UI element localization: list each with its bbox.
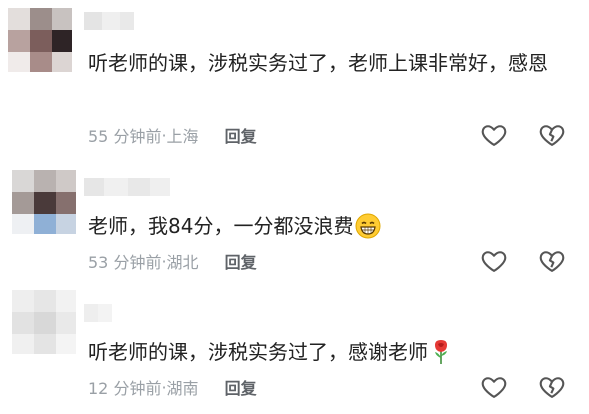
- comment-item: 听老师的课，涉税实务过了，感谢老师 12 分钟前 · 湖南 回复: [0, 0, 589, 414]
- comment-time: 12 分钟前: [88, 379, 162, 398]
- reply-button[interactable]: 回复: [225, 375, 257, 399]
- comment-location: 湖南: [166, 379, 199, 398]
- comment-text: 听老师的课，涉税实务过了，感谢老师: [88, 335, 568, 375]
- username-blurred[interactable]: [84, 304, 112, 322]
- comment-meta: 12 分钟前 · 湖南 回复: [88, 375, 257, 399]
- rose-icon: [430, 339, 452, 375]
- comment-text-content: 听老师的课，涉税实务过了，感谢老师: [88, 340, 428, 364]
- broken-heart-outline-icon[interactable]: [538, 373, 566, 401]
- avatar[interactable]: [12, 290, 76, 354]
- heart-outline-icon[interactable]: [480, 373, 508, 401]
